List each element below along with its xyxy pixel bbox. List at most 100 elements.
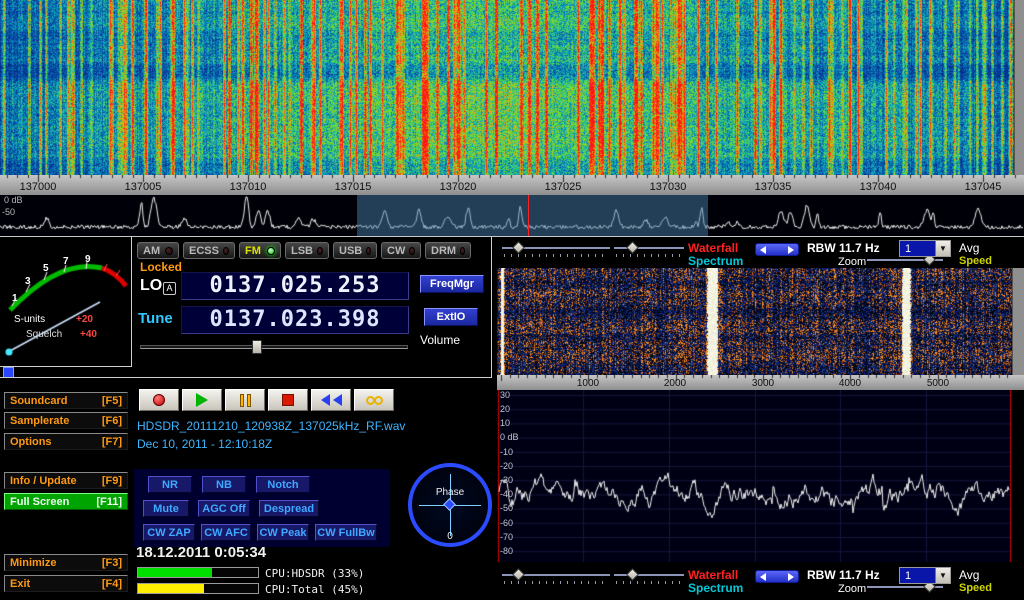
lock-a-badge[interactable]: A xyxy=(163,282,176,295)
samplerate-button[interactable]: Samplerate[F6] xyxy=(4,412,128,429)
nb-button[interactable]: NB xyxy=(202,476,246,493)
exit-button[interactable]: Exit[F4] xyxy=(4,575,128,592)
button-hotkey: [F3] xyxy=(102,557,122,569)
cpu-total-bar xyxy=(137,583,259,594)
mute-button[interactable]: Mute xyxy=(143,500,189,517)
audio-waterfall[interactable] xyxy=(497,268,1012,375)
mode-button-drm[interactable]: DRM xyxy=(425,242,471,259)
button-label: Samplerate xyxy=(10,415,69,427)
waterfall-contrast-slider[interactable] xyxy=(614,243,684,257)
mode-button-lsb[interactable]: LSB xyxy=(285,242,329,259)
left-arrow-icon[interactable] xyxy=(760,573,766,581)
recording-filename: HDSDR_20111210_120938Z_137025kHz_RF.wav xyxy=(137,420,405,433)
waterfall-tab-label[interactable]: Waterfall xyxy=(688,241,738,255)
button-hotkey: [F9] xyxy=(102,475,122,487)
options-button[interactable]: Options [F7] xyxy=(4,433,128,450)
mode-label: LSB xyxy=(291,245,313,257)
right-arrow-icon[interactable] xyxy=(788,573,794,581)
status-datetime: 18.12.2011 0:05:34 xyxy=(136,545,266,562)
speed-label: Speed xyxy=(959,255,992,267)
audio-spectrum-display[interactable]: 30 20 10 0 dB -10 -20 -30 -40 -50 -60 -7… xyxy=(497,390,1012,562)
audio-waterfall-scrollbar[interactable] xyxy=(1012,268,1024,375)
cw-zap-button[interactable]: CW ZAP xyxy=(143,524,195,541)
waterfall-contrast-slider[interactable] xyxy=(614,570,684,584)
extio-button[interactable]: ExtIO xyxy=(424,308,478,326)
mode-button-fm[interactable]: FM xyxy=(239,242,281,259)
loop-button[interactable] xyxy=(354,389,394,411)
volume-slider[interactable] xyxy=(140,340,408,354)
spectrum-tab-label[interactable]: Spectrum xyxy=(688,581,743,595)
despread-button[interactable]: Despread xyxy=(259,500,319,517)
cpu-hdsdr-label: CPU:HDSDR (33%) xyxy=(265,567,364,580)
fullscreen-button[interactable]: Full Screen[F11] xyxy=(4,493,128,510)
waterfall-brightness-slider[interactable] xyxy=(502,243,610,257)
mode-led-icon xyxy=(317,247,323,255)
notch-button[interactable]: Notch xyxy=(256,476,310,493)
info-update-button[interactable]: Info / Update[F9] xyxy=(4,472,128,489)
freq-scale-label: 2000 xyxy=(655,378,695,389)
freq-scale-label: 1000 xyxy=(568,378,608,389)
mode-led-icon xyxy=(267,247,275,255)
cw-fullbw-button[interactable]: CW FullBw xyxy=(315,524,377,541)
phase-value: 0 xyxy=(412,531,488,542)
audio-frequency-scale[interactable]: 1000 2000 3000 4000 5000 xyxy=(497,375,1024,390)
slider-thumb[interactable] xyxy=(252,340,262,354)
slider-thumb[interactable] xyxy=(626,568,639,581)
main-waterfall[interactable] xyxy=(0,0,1014,175)
cw-afc-button[interactable]: CW AFC xyxy=(201,524,251,541)
db-scale-label: 0 dB xyxy=(500,433,519,443)
freq-scale-label: 137035 xyxy=(743,181,803,193)
band-shift-control[interactable] xyxy=(755,570,799,583)
band-shift-control[interactable] xyxy=(755,243,799,256)
waterfall-tab-label[interactable]: Waterfall xyxy=(688,568,738,582)
record-icon xyxy=(153,394,165,406)
db-top-label: 0 dB xyxy=(4,196,23,206)
tune-frequency-display[interactable]: 0137.023.398 xyxy=(181,306,409,334)
avg-dropdown[interactable]: 1▼ xyxy=(899,240,951,257)
button-label: Options xyxy=(10,436,52,448)
chevron-down-icon[interactable]: ▼ xyxy=(935,241,950,256)
freq-scale-label: 137005 xyxy=(113,181,173,193)
chevron-down-icon[interactable]: ▼ xyxy=(935,568,950,583)
main-waterfall-scrollbar[interactable] xyxy=(1014,0,1024,175)
slider-thumb[interactable] xyxy=(512,568,525,581)
right-arrow-icon[interactable] xyxy=(788,246,794,254)
waterfall-brightness-slider[interactable] xyxy=(502,570,610,584)
stop-button[interactable] xyxy=(268,389,308,411)
soundcard-button[interactable]: Soundcard[F5] xyxy=(4,392,128,409)
lo-frequency-display[interactable]: 0137.025.253 xyxy=(181,272,409,300)
mode-button-ecss[interactable]: ECSS xyxy=(183,242,235,259)
avg-dropdown[interactable]: 1▼ xyxy=(899,567,951,584)
hdsdr-window: 137000 137005 137010 137015 137020 13702… xyxy=(0,0,1024,600)
nr-button[interactable]: NR xyxy=(148,476,192,493)
mode-button-cw[interactable]: CW xyxy=(381,242,421,259)
mode-led-icon xyxy=(165,247,173,255)
cw-peak-button[interactable]: CW Peak xyxy=(257,524,309,541)
mode-button-usb[interactable]: USB xyxy=(333,242,377,259)
spectrum-selection-region[interactable] xyxy=(357,195,708,237)
freqmgr-button[interactable]: FreqMgr xyxy=(420,275,484,293)
button-hotkey: [F7] xyxy=(102,436,122,448)
upper-spectrum-display[interactable]: 0 dB -50 xyxy=(0,195,1024,237)
pause-icon xyxy=(240,394,244,407)
slider-ticks xyxy=(616,581,682,584)
spectrum-tab-label[interactable]: Spectrum xyxy=(688,254,743,268)
phase-circle: Phase 0 xyxy=(408,463,492,547)
slider-thumb[interactable] xyxy=(512,241,525,254)
avg-dropdown-value: 1 xyxy=(900,568,935,583)
button-label: Exit xyxy=(10,578,30,590)
pause-icon xyxy=(247,394,251,407)
mode-led-icon xyxy=(366,247,371,255)
cpu-total-fill xyxy=(138,584,204,593)
agc-button[interactable]: AGC Off xyxy=(198,500,250,517)
pause-button[interactable] xyxy=(225,389,265,411)
mode-button-am[interactable]: AM xyxy=(137,242,179,259)
minimize-button[interactable]: Minimize[F3] xyxy=(4,554,128,571)
left-arrow-icon[interactable] xyxy=(760,246,766,254)
play-button[interactable] xyxy=(182,389,222,411)
record-button[interactable] xyxy=(139,389,179,411)
slider-thumb[interactable] xyxy=(626,241,639,254)
main-frequency-scale[interactable]: 137000 137005 137010 137015 137020 13702… xyxy=(0,175,1024,195)
button-hotkey: [F5] xyxy=(102,395,122,407)
rewind-button[interactable] xyxy=(311,389,351,411)
